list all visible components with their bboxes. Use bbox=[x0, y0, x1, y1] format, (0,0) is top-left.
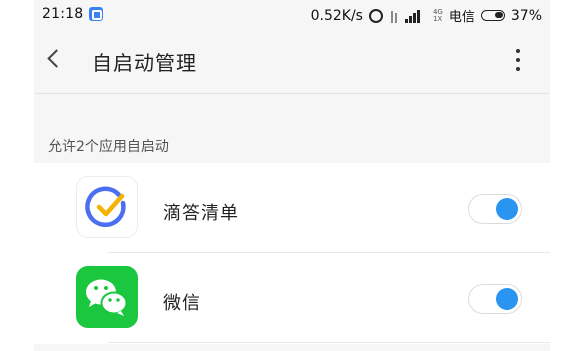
autostart-app-list: 滴答清单 微信 bbox=[34, 163, 550, 351]
autostart-toggle-wechat[interactable] bbox=[468, 284, 522, 314]
status-left: 21:18 bbox=[42, 6, 104, 22]
data-transfer-icon bbox=[389, 9, 399, 23]
ticktick-icon bbox=[76, 176, 138, 238]
signal-strength-icon bbox=[404, 9, 427, 23]
toggle-knob bbox=[496, 288, 518, 310]
list-item[interactable]: 滴答清单 bbox=[34, 163, 550, 253]
app-notification-icon bbox=[89, 7, 104, 21]
toggle-knob bbox=[496, 198, 518, 220]
ticktick-logo-icon bbox=[85, 186, 126, 228]
autostart-toggle-ticktick[interactable] bbox=[468, 194, 522, 224]
wechat-icon bbox=[76, 266, 138, 328]
battery-percentage: 37% bbox=[510, 7, 542, 24]
network-speed: 0.52K/s bbox=[310, 7, 363, 24]
more-options-icon[interactable] bbox=[516, 49, 520, 71]
page-title: 自启动管理 bbox=[92, 51, 197, 75]
app-header: 自启动管理 bbox=[34, 30, 550, 93]
status-bar: 21:18 0.52K/s 4G 1X 电信 37% bbox=[34, 0, 550, 30]
row-divider bbox=[108, 342, 550, 343]
section-label: 允许2个应用自启动 bbox=[48, 139, 169, 155]
carrier-name: 电信 bbox=[448, 10, 475, 25]
header-divider bbox=[34, 93, 550, 94]
back-arrow-icon[interactable] bbox=[47, 49, 66, 68]
status-right: 0.52K/s 4G 1X 电信 37% bbox=[310, 6, 542, 26]
list-bottom-gap bbox=[34, 344, 550, 351]
app-name: 微信 bbox=[163, 293, 201, 314]
status-time: 21:18 bbox=[42, 6, 84, 22]
app-name: 滴答清单 bbox=[163, 203, 239, 224]
wechat-logo-icon bbox=[86, 279, 128, 316]
phone-screen: 21:18 0.52K/s 4G 1X 电信 37% 自启动管理 允许2个应用自… bbox=[34, 0, 550, 351]
network-type-badge: 4G 1X bbox=[432, 8, 443, 23]
screenshot-frame: 21:18 0.52K/s 4G 1X 电信 37% 自启动管理 允许2个应用自… bbox=[0, 0, 588, 351]
list-item[interactable]: 微信 bbox=[34, 253, 550, 343]
network-type-bottom: 1X bbox=[432, 14, 443, 23]
alarm-icon bbox=[368, 8, 383, 23]
battery-icon bbox=[480, 10, 505, 21]
